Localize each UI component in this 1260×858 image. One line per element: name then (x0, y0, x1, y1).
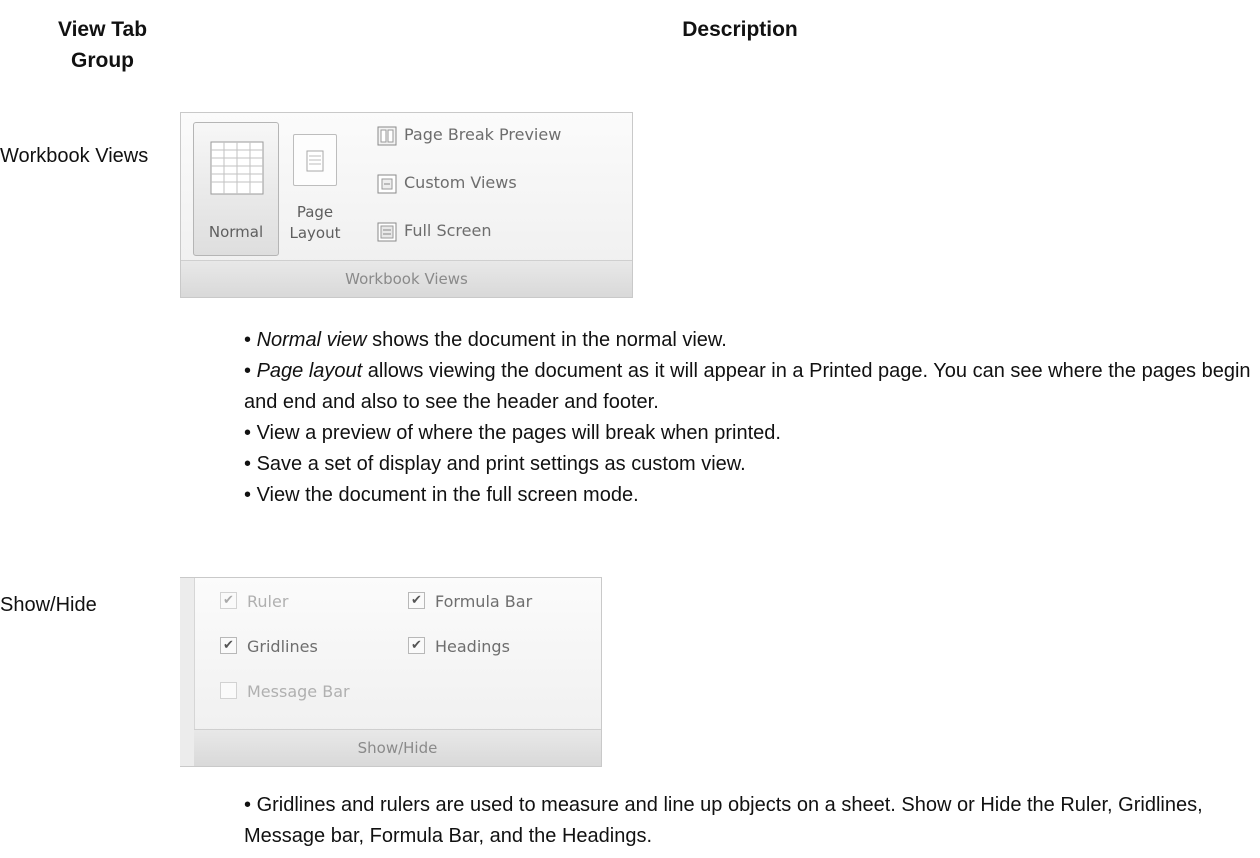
headings-checkbox[interactable]: ✔ Headings (408, 637, 510, 656)
custom-views-label: Custom Views (404, 173, 517, 192)
full-screen-button[interactable]: Full Screen (377, 221, 491, 242)
message-bar-label: Message Bar (247, 682, 350, 701)
empty-checkbox-icon (220, 682, 237, 699)
grid-icon (210, 141, 264, 195)
header-view-tab-group: View Tab Group (57, 18, 148, 72)
workbook-views-caption: Workbook Views (181, 260, 632, 297)
workbook-views-description: • Normal view shows the document in the … (244, 325, 1254, 511)
page-layout-label: Page Layout (289, 203, 341, 242)
headings-label: Headings (435, 637, 510, 656)
formula-bar-label: Formula Bar (435, 592, 533, 611)
ruler-label: Ruler (247, 592, 289, 611)
group-name-workbook-views: Workbook Views (0, 145, 149, 167)
bullet-item: • View a preview of where the pages will… (244, 422, 781, 444)
bullet-item: • Normal view shows the document in the … (244, 329, 727, 351)
ruler-checkbox[interactable]: ✔ Ruler (220, 592, 288, 611)
page-icon (293, 134, 337, 186)
message-bar-checkbox[interactable]: Message Bar (220, 682, 350, 701)
group-name-show-hide: Show/Hide (0, 594, 97, 616)
bullet-item: • Page layout allows viewing the documen… (244, 360, 1251, 413)
bullet-item: • View the document in the full screen m… (244, 484, 639, 506)
bullet-item: • Gridlines and rulers are used to measu… (244, 794, 1203, 847)
normal-view-button[interactable]: Normal (193, 122, 279, 256)
show-hide-description: • Gridlines and rulers are used to measu… (244, 790, 1244, 852)
page-layout-button[interactable]: Page Layout (281, 122, 349, 256)
workbook-views-ribbon: Normal Page Layout Page Break Preview Cu… (180, 112, 633, 298)
full-screen-label: Full Screen (404, 221, 492, 240)
gridlines-checkbox[interactable]: ✔ Gridlines (220, 637, 318, 656)
custom-views-button[interactable]: Custom Views (377, 173, 517, 194)
checkmark-icon: ✔ (408, 592, 425, 609)
show-hide-ribbon: ✔ Ruler ✔ Formula Bar ✔ Gridlines ✔ Headings… (180, 577, 602, 767)
checkmark-icon: ✔ (220, 592, 237, 609)
show-hide-caption: Show/Hide (194, 729, 601, 766)
page-break-preview-label: Page Break Preview (404, 125, 562, 144)
page-break-preview-button[interactable]: Page Break Preview (377, 125, 561, 146)
header-description: Description (682, 18, 798, 41)
bullet-item: • Save a set of display and print settin… (244, 453, 746, 475)
gridlines-label: Gridlines (247, 637, 318, 656)
custom-views-icon (377, 174, 397, 193)
checkmark-icon: ✔ (408, 637, 425, 654)
full-screen-icon (377, 222, 397, 241)
checkmark-icon: ✔ (220, 637, 237, 654)
formula-bar-checkbox[interactable]: ✔ Formula Bar (408, 592, 532, 611)
page-break-icon (377, 126, 397, 145)
normal-view-label: Normal (208, 223, 264, 241)
